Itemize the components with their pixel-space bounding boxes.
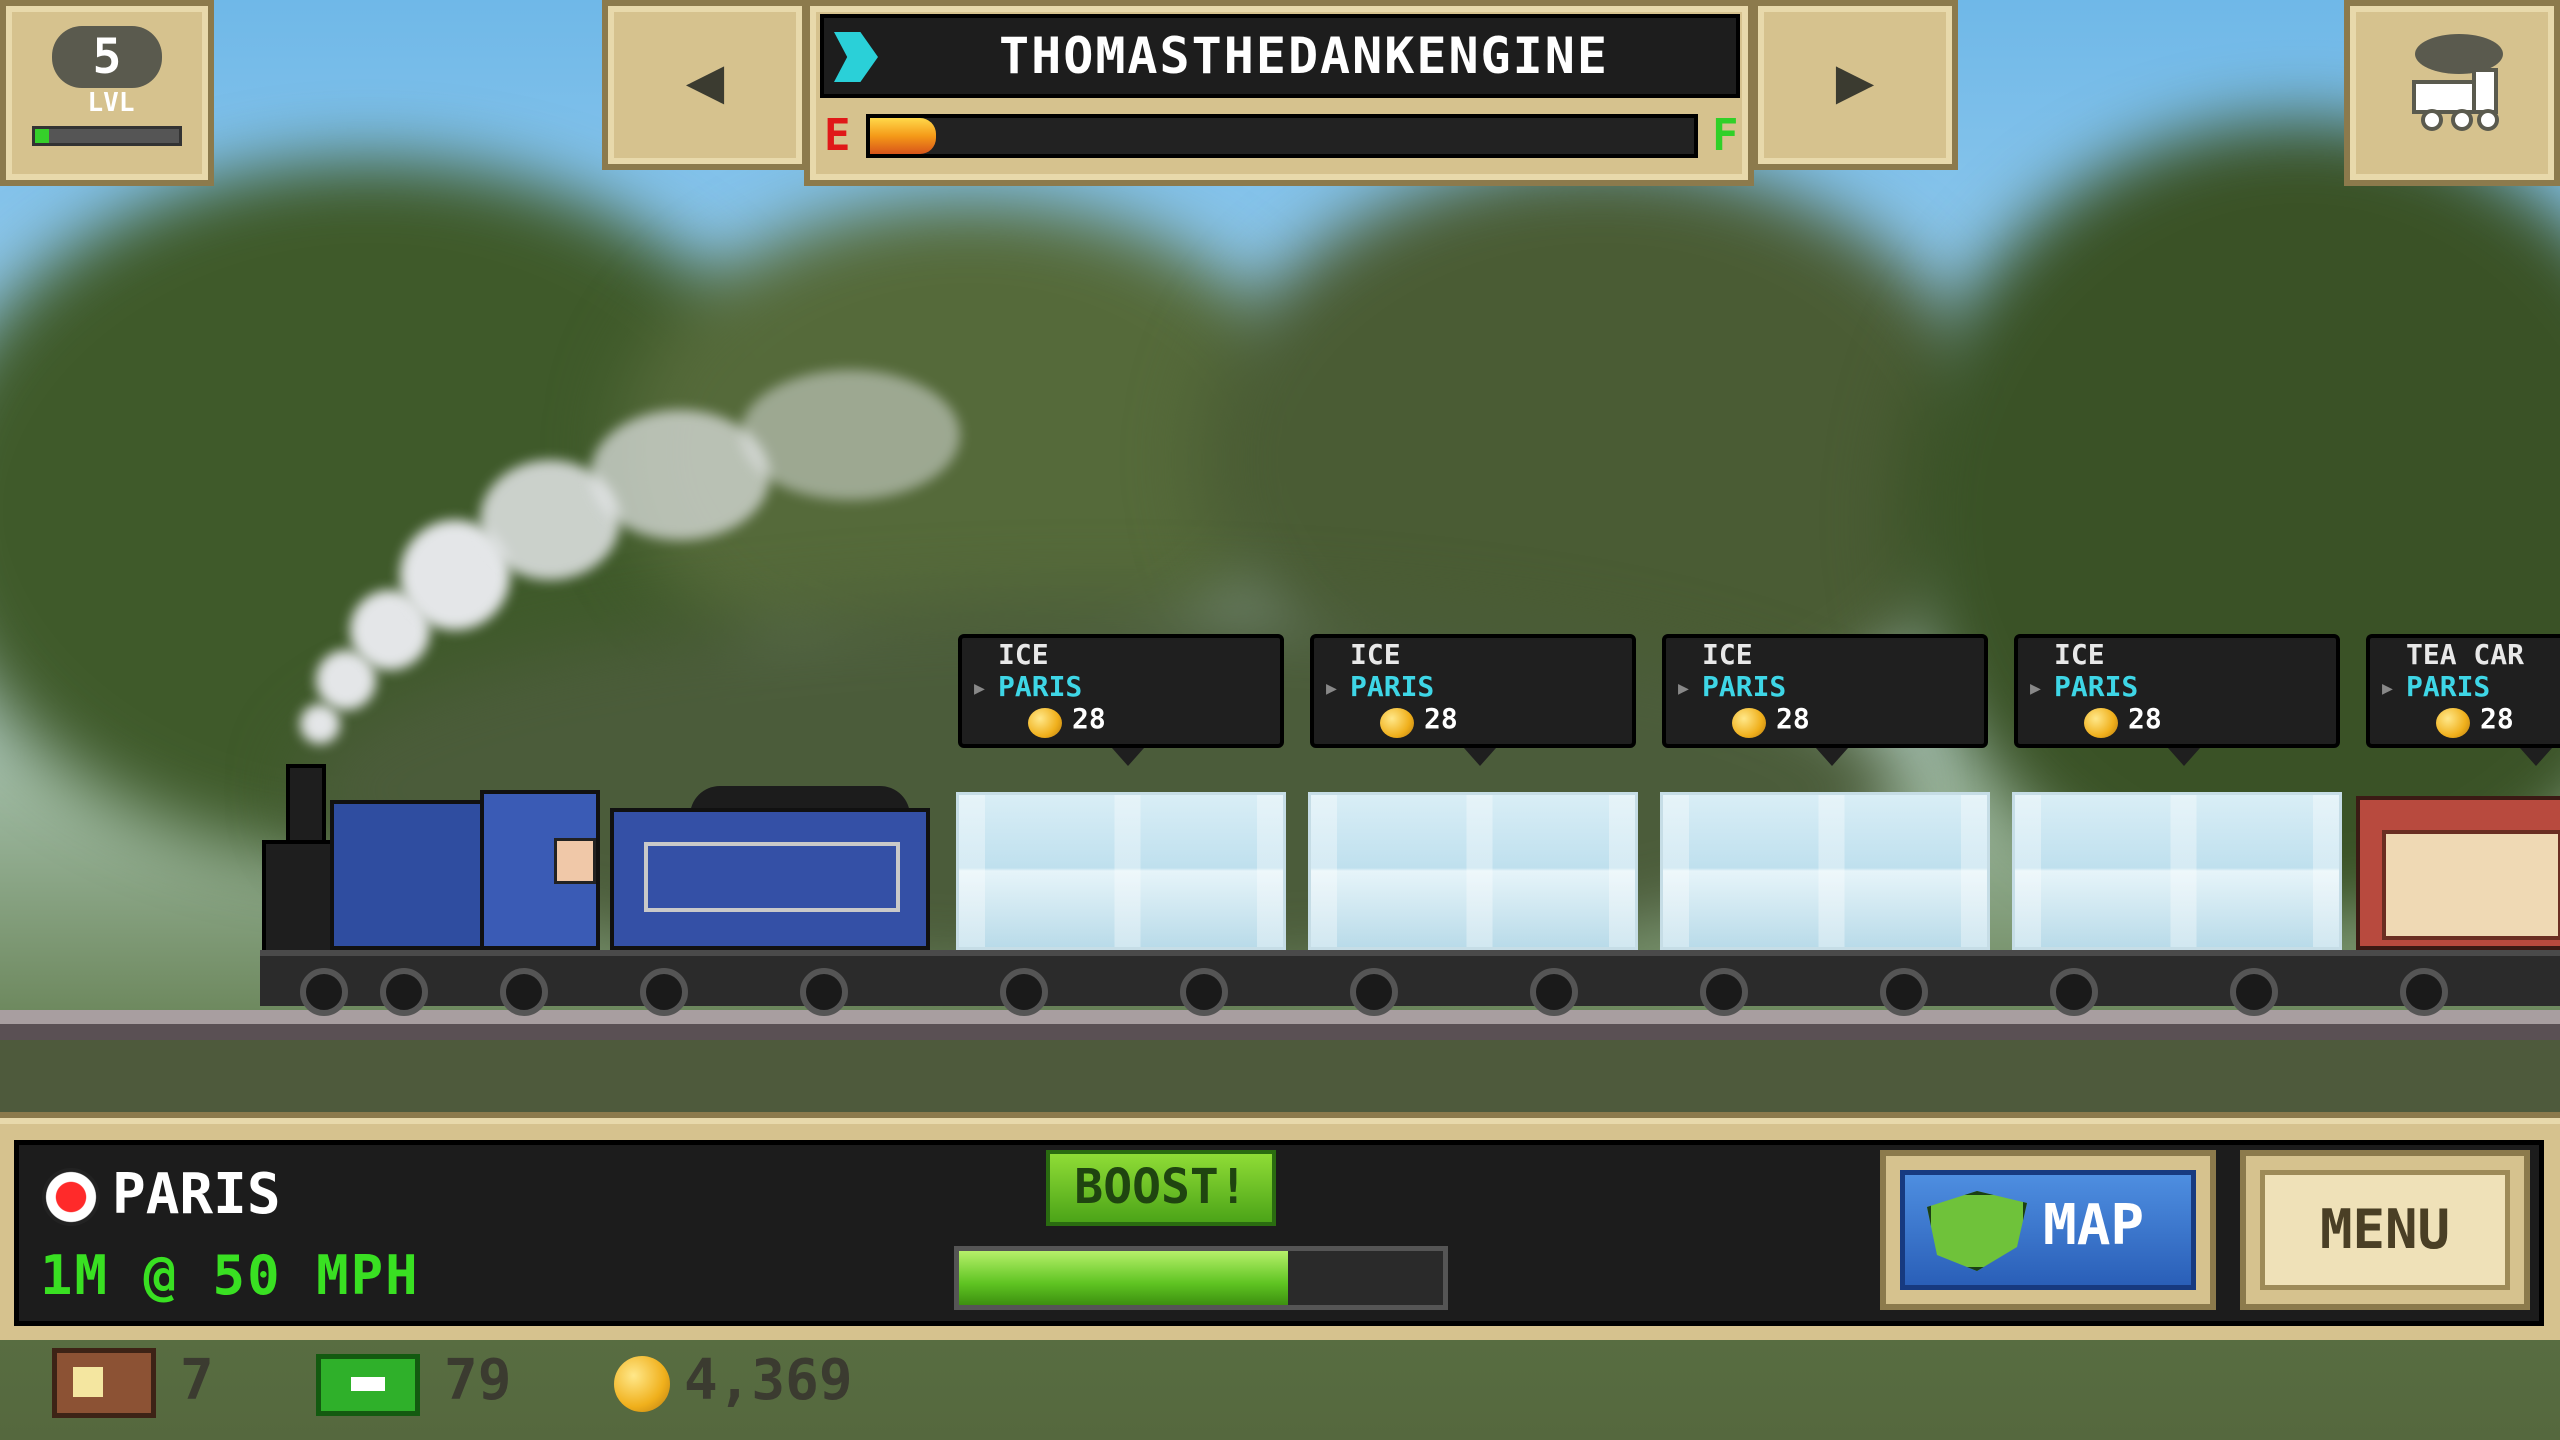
- coin-icon: [1028, 708, 1062, 738]
- cargo-name: ICE: [1702, 638, 1753, 671]
- boost-meter-fill: [959, 1251, 1289, 1305]
- train-name-panel: THOMASTHEDANKENGINE E F: [804, 0, 1754, 186]
- rail: [0, 1010, 2560, 1024]
- wheel: [1000, 968, 1048, 1016]
- cargo-destination: PARIS: [2054, 670, 2139, 703]
- wheel: [2400, 968, 2448, 1016]
- tea-car-window: [2382, 830, 2560, 940]
- crate-icon: [52, 1348, 156, 1418]
- level-badge[interactable]: 5 LVL: [0, 0, 214, 186]
- level-progress-bar: [32, 126, 182, 146]
- cash-icon: [316, 1354, 420, 1416]
- cargo-destination: PARIS: [998, 670, 1083, 703]
- fuel-empty-label: E: [824, 110, 851, 161]
- speed-readout: 1M @ 50 MPH: [40, 1244, 420, 1307]
- ice-car[interactable]: [1308, 792, 1638, 950]
- crates-count: 7: [180, 1348, 214, 1413]
- train-manage-button[interactable]: [2344, 0, 2560, 186]
- locomotive-chimney: [286, 764, 326, 848]
- arrow-right-icon: ▶: [1835, 44, 1875, 118]
- ice-car[interactable]: [956, 792, 1286, 950]
- cargo-name: ICE: [1350, 638, 1401, 671]
- fuel-full-label: F: [1712, 110, 1739, 161]
- cargo-label[interactable]: ICE ▶ PARIS 28: [1662, 634, 1988, 766]
- coin-icon: [1732, 708, 1766, 738]
- train-name-strip: THOMASTHEDANKENGINE: [820, 14, 1740, 98]
- coin-icon: [1380, 708, 1414, 738]
- wheel: [300, 968, 348, 1016]
- cargo-reward: 28: [2480, 702, 2514, 735]
- wheel: [1880, 968, 1928, 1016]
- current-destination: PARIS: [112, 1162, 281, 1227]
- boost-button[interactable]: BOOST!: [1046, 1150, 1276, 1226]
- menu-button[interactable]: MENU: [2240, 1150, 2530, 1310]
- cargo-label[interactable]: ICE ▶ PARIS 28: [958, 634, 1284, 766]
- wheel: [1350, 968, 1398, 1016]
- destination-arrow-icon: ▶: [1678, 678, 1689, 699]
- wheel: [500, 968, 548, 1016]
- arrow-left-icon: ◀: [685, 44, 725, 118]
- smoke-puff: [740, 370, 960, 500]
- driver-avatar: [554, 838, 596, 884]
- boost-meter: [954, 1246, 1448, 1310]
- cargo-destination: PARIS: [2406, 670, 2491, 703]
- coin-icon: [2084, 708, 2118, 738]
- train-icon: [2412, 34, 2503, 131]
- destination-arrow-icon: ▶: [2030, 678, 2041, 699]
- wheel: [2230, 968, 2278, 1016]
- map-button[interactable]: MAP: [1880, 1150, 2216, 1310]
- destination-marker-icon: [42, 1168, 100, 1226]
- fuel-gauge-fill: [870, 118, 936, 154]
- cargo-reward: 28: [1072, 702, 1106, 735]
- fuel-gauge: [866, 114, 1698, 158]
- train-name: THOMASTHEDANKENGINE: [999, 27, 1609, 85]
- smoke-puff: [300, 704, 340, 744]
- cargo-name: ICE: [998, 638, 1049, 671]
- level-number: 5: [92, 29, 122, 85]
- cash-count: 79: [444, 1348, 512, 1413]
- map-button-face: MAP: [1900, 1170, 2196, 1290]
- cargo-destination: PARIS: [1350, 670, 1435, 703]
- destination-arrow-icon: ▶: [974, 678, 985, 699]
- cargo-label[interactable]: ICE ▶ PARIS 28: [1310, 634, 1636, 766]
- cargo-reward: 28: [2128, 702, 2162, 735]
- cargo-reward: 28: [1776, 702, 1810, 735]
- wheel: [1180, 968, 1228, 1016]
- tender-car[interactable]: [610, 808, 930, 950]
- wheel: [1700, 968, 1748, 1016]
- wheel: [380, 968, 428, 1016]
- wheel: [640, 968, 688, 1016]
- coin-icon: [2436, 708, 2470, 738]
- wheel: [2050, 968, 2098, 1016]
- cargo-label[interactable]: ICE ▶ PARIS 28: [2014, 634, 2340, 766]
- map-button-label: MAP: [2043, 1193, 2145, 1258]
- tender-plate: [644, 842, 900, 912]
- level-progress-fill: [35, 129, 50, 143]
- coins-count: 4,369: [684, 1348, 853, 1413]
- menu-button-label: MENU: [2260, 1170, 2510, 1290]
- tea-car[interactable]: [2356, 796, 2560, 950]
- prev-train-button[interactable]: ◀: [602, 0, 808, 170]
- engine-icon: [834, 32, 878, 82]
- cargo-name: TEA CAR: [2406, 638, 2525, 671]
- wheel: [800, 968, 848, 1016]
- next-train-button[interactable]: ▶: [1752, 0, 1958, 170]
- destination-arrow-icon: ▶: [1326, 678, 1337, 699]
- coin-icon: [614, 1356, 670, 1412]
- cargo-reward: 28: [1424, 702, 1458, 735]
- wheel: [1530, 968, 1578, 1016]
- level-badge-icon: 5: [52, 26, 162, 88]
- cargo-label[interactable]: TEA CAR ▶ PARIS 28: [2366, 634, 2560, 766]
- ice-car[interactable]: [2012, 792, 2342, 950]
- level-label: LVL: [87, 88, 135, 118]
- train-chassis: [260, 950, 2560, 1006]
- map-icon: [1927, 1191, 2027, 1271]
- cargo-destination: PARIS: [1702, 670, 1787, 703]
- cargo-name: ICE: [2054, 638, 2105, 671]
- ice-car[interactable]: [1660, 792, 1990, 950]
- destination-arrow-icon: ▶: [2382, 678, 2393, 699]
